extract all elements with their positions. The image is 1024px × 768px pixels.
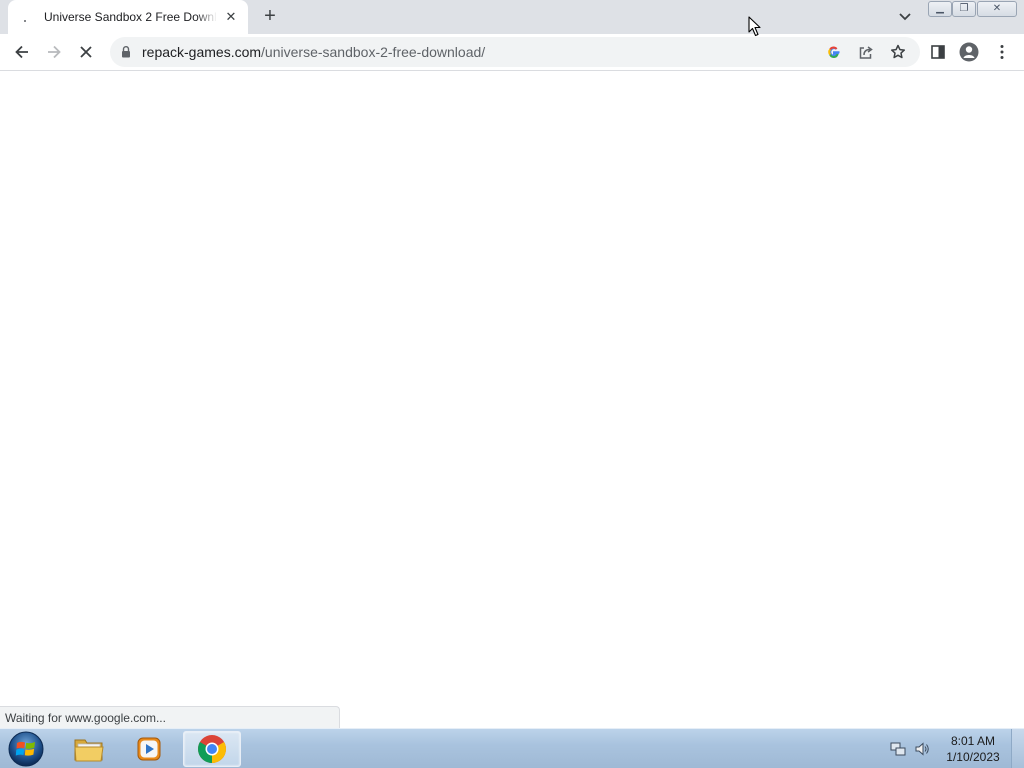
media-player-icon: [137, 737, 161, 761]
forward-arrow-icon: [48, 45, 61, 59]
window-close-button[interactable]: ✕: [977, 1, 1017, 17]
page-content-area[interactable]: [0, 72, 1024, 728]
back-button[interactable]: [8, 38, 36, 66]
browser-tab[interactable]: Universe Sandbox 2 Free Download ✕: [8, 0, 248, 34]
show-desktop-button[interactable]: [1011, 729, 1024, 768]
minimize-icon: ▁: [936, 3, 944, 14]
close-icon: ✕: [992, 3, 1002, 14]
chrome-icon: [198, 735, 226, 763]
taskbar-media-player-button[interactable]: [120, 731, 178, 767]
mouse-cursor-icon: [748, 16, 761, 37]
window-minimize-button[interactable]: ▁: [928, 1, 952, 17]
tab-close-icon[interactable]: ✕: [223, 9, 239, 25]
new-tab-button[interactable]: +: [258, 5, 282, 29]
url-host: repack-games.com: [142, 44, 262, 60]
loading-favicon-icon: [20, 12, 32, 24]
clock-time: 8:01 AM: [950, 734, 996, 748]
tab-strip: Universe Sandbox 2 Free Download ✕ + ▁ ❐…: [0, 0, 1024, 34]
avatar-icon: [959, 42, 979, 62]
url-text[interactable]: repack-games.com/universe-sandbox-2-free…: [142, 44, 485, 60]
status-bubble: Waiting for www.google.com...: [0, 706, 340, 728]
kebab-menu-icon: [1000, 45, 1004, 59]
tab-search-button[interactable]: [895, 8, 915, 26]
bookmark-star-icon[interactable]: [889, 43, 907, 61]
chevron-down-icon: [899, 13, 911, 21]
network-icon[interactable]: [890, 741, 906, 757]
stop-loading-button[interactable]: [72, 38, 100, 66]
tab-title: Universe Sandbox 2 Free Download: [44, 10, 217, 24]
chrome-menu-button[interactable]: [988, 38, 1016, 66]
forward-button[interactable]: [40, 38, 68, 66]
profile-button[interactable]: [955, 38, 983, 66]
restore-icon: ❐: [959, 3, 969, 14]
url-path: /universe-sandbox-2-free-download/: [261, 44, 486, 60]
side-panel-button[interactable]: [924, 38, 952, 66]
google-translate-icon[interactable]: [825, 43, 843, 61]
windows-orb-icon: [8, 731, 44, 767]
clock-date: 1/10/2023: [946, 750, 1000, 764]
side-panel-icon: [931, 45, 945, 59]
folder-icon: [74, 739, 104, 762]
taskbar-chrome-button[interactable]: [183, 731, 241, 767]
window-restore-button[interactable]: ❐: [952, 1, 976, 17]
taskbar-explorer-button[interactable]: [60, 731, 118, 767]
system-clock[interactable]: 8:01 AM 1/10/2023: [940, 733, 1006, 765]
address-bar[interactable]: repack-games.com/universe-sandbox-2-free…: [110, 37, 920, 67]
lock-icon[interactable]: [120, 45, 132, 59]
windows-taskbar: 8:01 AM 1/10/2023: [0, 728, 1024, 768]
browser-toolbar: repack-games.com/universe-sandbox-2-free…: [0, 34, 1024, 71]
stop-icon: [80, 46, 92, 58]
start-button[interactable]: [6, 730, 46, 768]
share-icon[interactable]: [857, 43, 875, 61]
volume-icon[interactable]: [914, 741, 930, 757]
back-arrow-icon: [15, 45, 28, 59]
